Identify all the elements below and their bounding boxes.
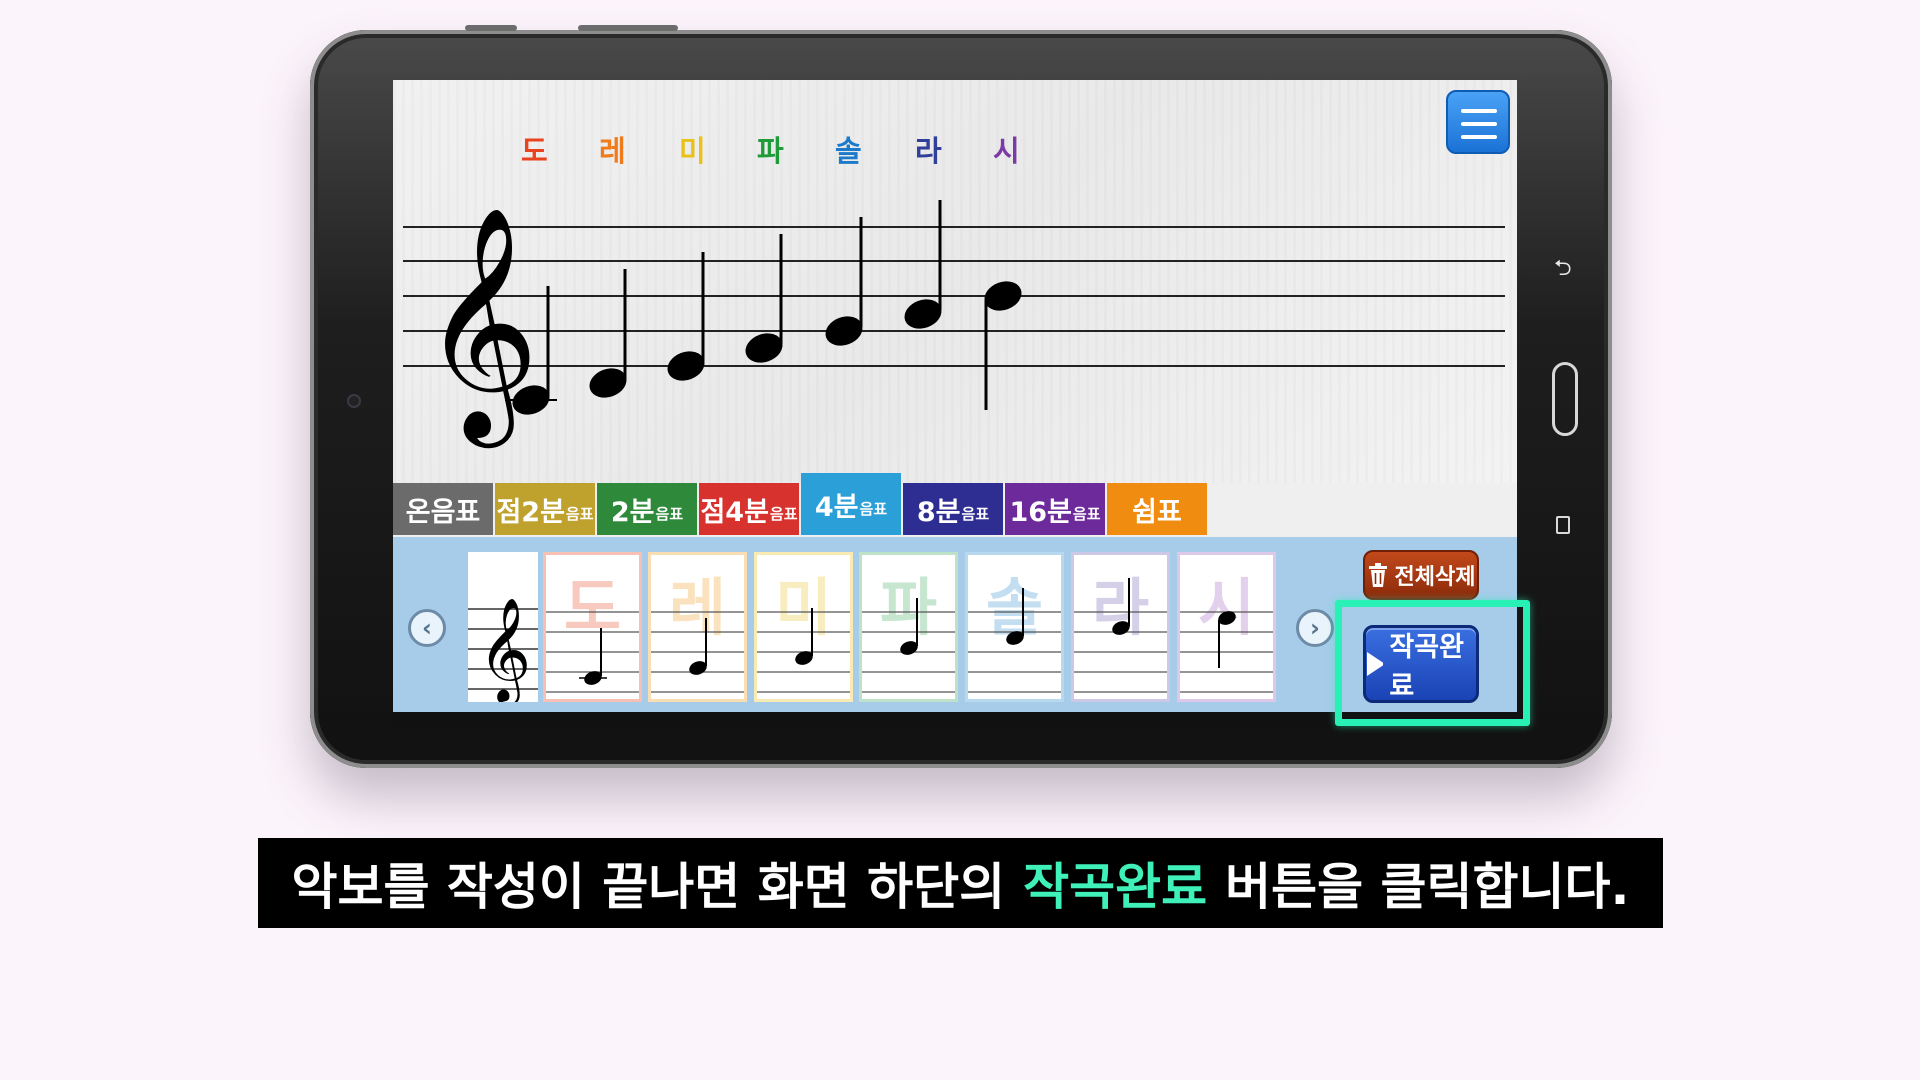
tab-note-type[interactable]: 온음표 <box>393 483 493 535</box>
palette-note-card[interactable]: 라 <box>1071 552 1170 702</box>
staff-note[interactable] <box>741 234 786 368</box>
palette-note-card[interactable]: 파 <box>859 552 958 702</box>
caption-highlight: 작곡완료 <box>1023 858 1208 916</box>
tab-label: 16분 <box>1009 496 1072 528</box>
palette-clef-card: 𝄞 <box>468 552 538 702</box>
staff-note[interactable] <box>821 217 866 351</box>
tab-suffix: 음표 <box>961 504 990 523</box>
tab-note-type[interactable]: 쉼표 <box>1107 483 1207 535</box>
power-button <box>578 25 678 31</box>
tab-note-type[interactable]: 4분 음표 <box>801 473 901 535</box>
tab-note-type[interactable]: 2분 음표 <box>597 483 697 535</box>
back-key-icon[interactable]: ⮌ <box>1554 258 1572 280</box>
tab-suffix: 음표 <box>1072 504 1101 523</box>
tab-note-type[interactable]: 8분 음표 <box>903 483 1003 535</box>
tab-suffix: 음표 <box>655 504 684 523</box>
palette-note-card[interactable]: 미 <box>754 552 853 702</box>
front-camera <box>347 394 361 408</box>
palette-note-card[interactable]: 도 <box>543 552 642 702</box>
palette-note-card[interactable]: 레 <box>648 552 747 702</box>
tab-label: 점2분 <box>496 496 565 528</box>
trash-icon <box>1368 563 1387 587</box>
delete-all-label: 전체삭제 <box>1394 565 1476 590</box>
music-staff: 𝄞 <box>403 200 1505 448</box>
staff-note[interactable] <box>980 276 1025 410</box>
chevron-left-icon[interactable]: ‹ <box>408 609 446 647</box>
tab-suffix: 음표 <box>859 499 888 518</box>
tab-label: 온음표 <box>405 496 481 528</box>
tab-label: 쉼표 <box>1132 496 1182 528</box>
tab-suffix: 음표 <box>565 504 594 523</box>
tab-label: 점4분 <box>700 496 769 528</box>
staff-note[interactable] <box>663 252 708 386</box>
highlight-box <box>1335 600 1530 726</box>
tab-note-type[interactable]: 16분 음표 <box>1005 483 1105 535</box>
staff-note[interactable] <box>900 200 945 334</box>
tab-label: 2분 <box>610 496 655 528</box>
tab-note-type[interactable]: 점4분 음표 <box>699 483 799 535</box>
home-button[interactable] <box>1552 362 1578 436</box>
caption-before: 악보를 작성이 끝나면 화면 하단의 <box>291 858 1006 916</box>
tab-label: 8분 <box>916 496 961 528</box>
delete-all-button[interactable]: 전체삭제 <box>1363 550 1479 600</box>
palette-note-card[interactable]: 솔 <box>965 552 1064 702</box>
tab-label: 4분 <box>814 491 859 523</box>
subtitle-caption: 악보를 작성이 끝나면 화면 하단의 작곡완료 버튼을 클릭합니다. <box>258 838 1663 928</box>
tab-suffix: 음표 <box>769 504 798 523</box>
caption-after: 버튼을 클릭합니다. <box>1225 858 1630 916</box>
tab-note-type[interactable]: 점2분 음표 <box>495 483 595 535</box>
recent-apps-icon[interactable] <box>1556 516 1570 534</box>
volume-button <box>465 25 517 31</box>
svg-text:𝄞: 𝄞 <box>478 597 531 702</box>
chevron-right-icon[interactable]: › <box>1296 609 1334 647</box>
palette-note-card[interactable]: 시 <box>1177 552 1276 702</box>
hamburger-menu-icon[interactable] <box>1446 90 1510 154</box>
staff-note[interactable] <box>585 269 630 403</box>
